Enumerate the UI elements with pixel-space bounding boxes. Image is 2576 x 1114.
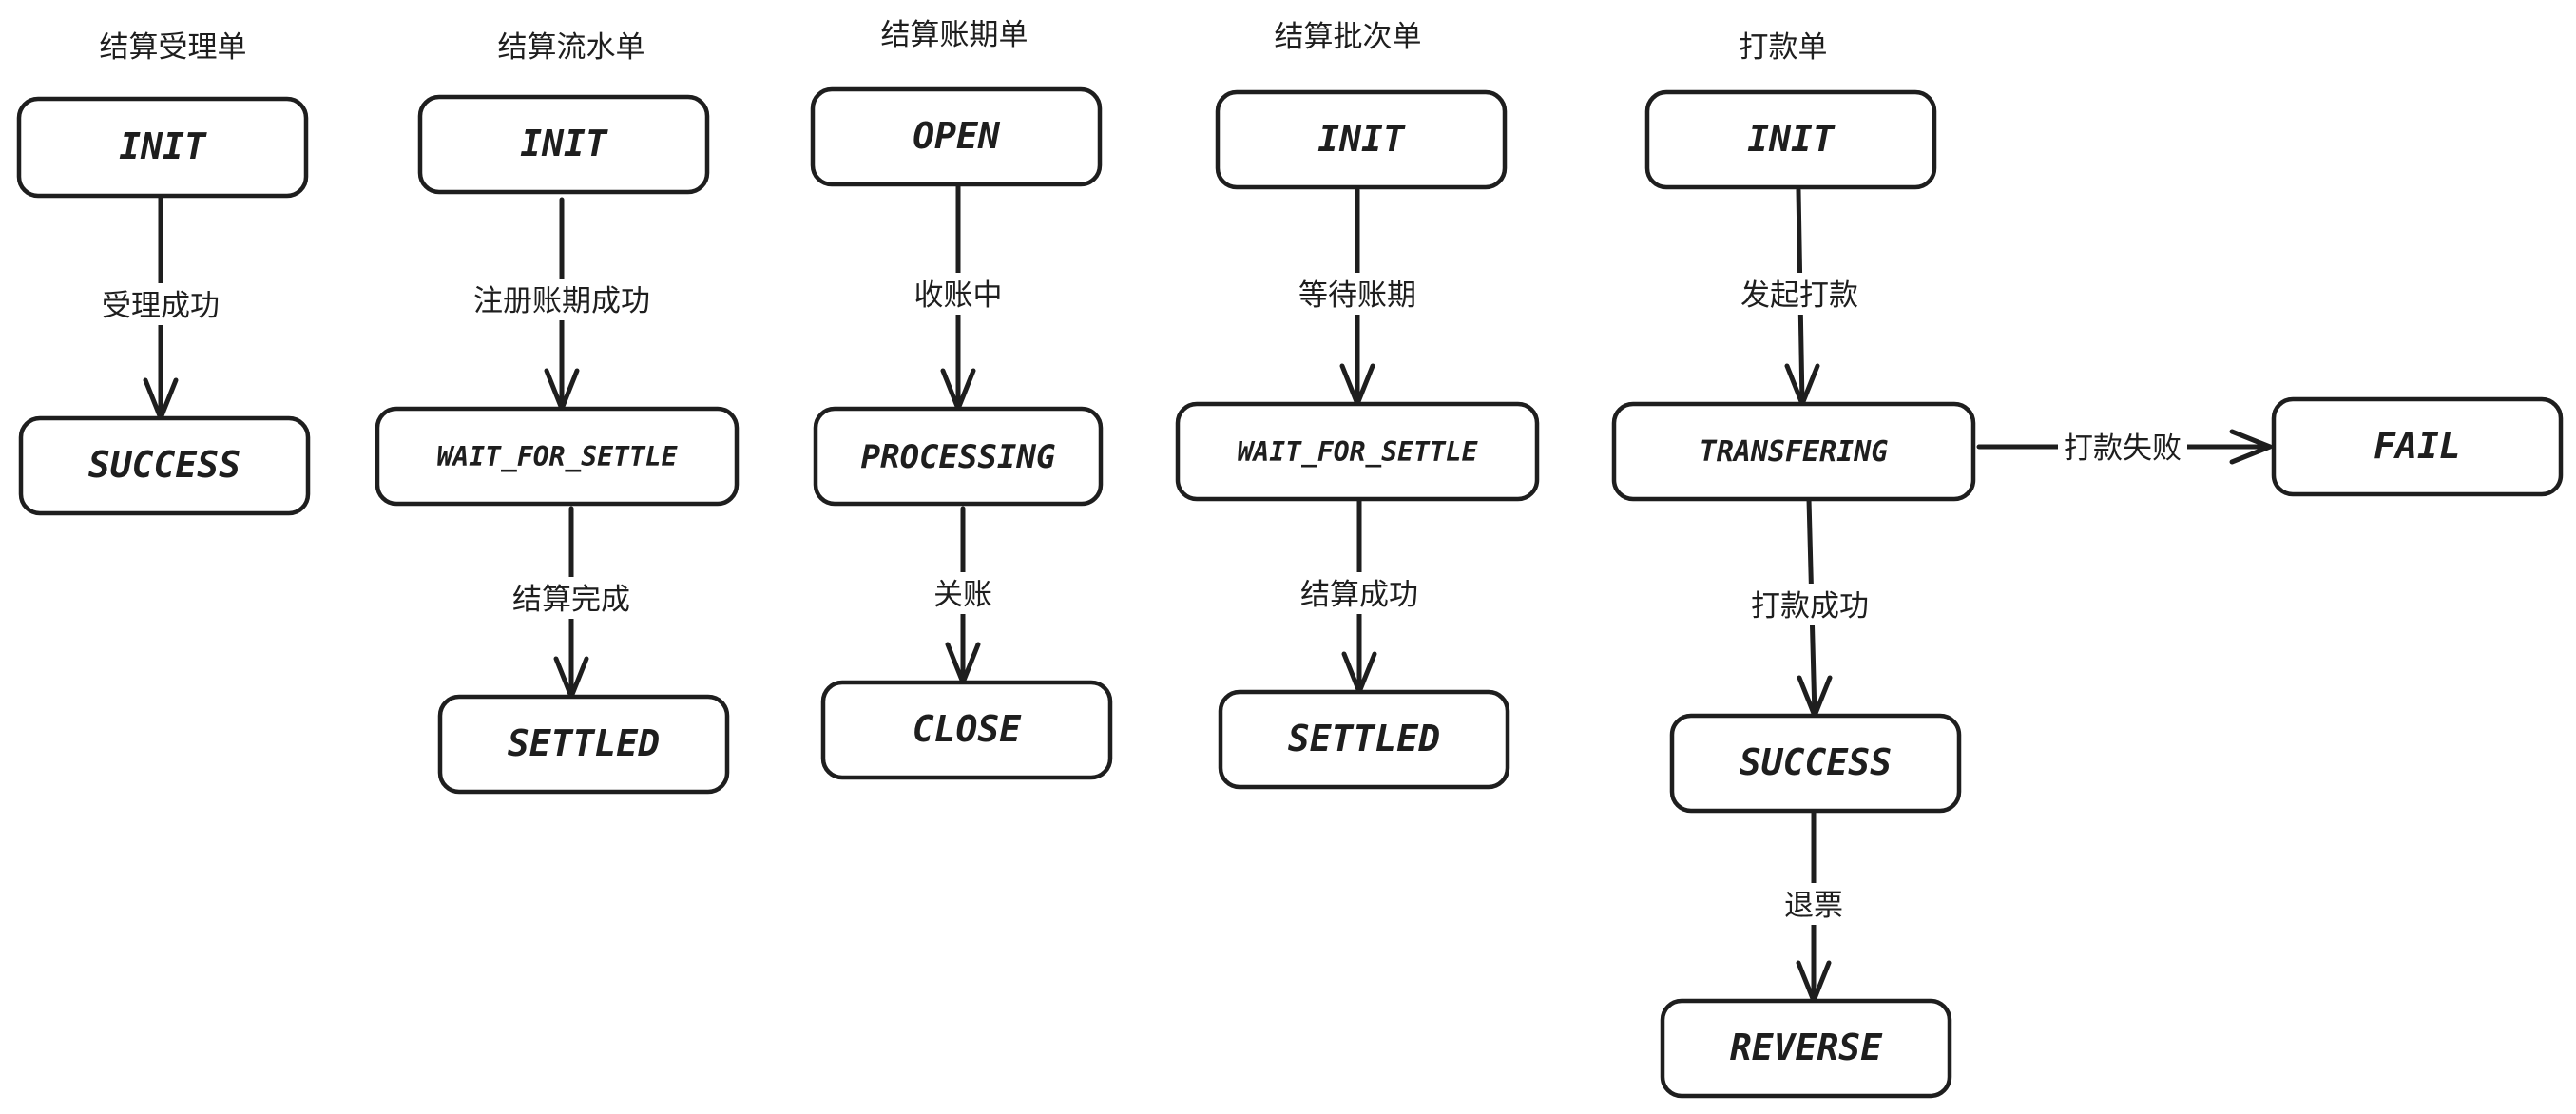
state-nodes: INIT SUCCESS INIT WAIT_FOR_SETTLE SETTLE…: [16, 86, 2564, 1099]
edge-label: 打款失败: [2064, 432, 2182, 466]
edge-label: 结算成功: [1300, 578, 1418, 612]
column-title-settlement-batch: 结算批次单: [1275, 20, 1422, 54]
state-label: WAIT_FOR_SETTLE: [1238, 436, 1479, 468]
edge-label: 结算完成: [512, 583, 630, 617]
edge-label: 注册账期成功: [473, 284, 650, 318]
edge-label: 等待账期: [1298, 278, 1416, 313]
column-title-settlement-acceptance: 结算受理单: [100, 30, 247, 65]
column-title-settlement-flow: 结算流水单: [498, 30, 645, 65]
state-label: WAIT_FOR_SETTLE: [437, 441, 679, 472]
state-label: INIT: [520, 123, 608, 164]
state-diagram: 结算受理单 结算流水单 结算账期单 结算批次单 打款单 受理成功 注册账期成功 …: [16, 18, 2564, 1099]
column-title-payment: 打款单: [1740, 30, 1828, 65]
state-label: INIT: [119, 125, 207, 167]
edge-label: 打款成功: [1751, 589, 1869, 624]
edge-label: 退票: [1784, 889, 1843, 923]
column-title-settlement-period: 结算账期单: [881, 18, 1028, 52]
edge-label: 受理成功: [102, 289, 220, 323]
edge-label: 发起打款: [1740, 278, 1858, 313]
edge-label: 关账: [933, 578, 992, 612]
state-label: FAIL: [2374, 425, 2461, 467]
state-label: SETTLED: [1288, 718, 1440, 759]
state-label: CLOSE: [913, 708, 1023, 750]
state-label: SUCCESS: [1740, 741, 1892, 783]
transition-labels: 受理成功 注册账期成功 结算完成 收账中 关账 等待账期 结算成功 发起打款 打…: [95, 273, 2187, 925]
state-label: INIT: [1317, 118, 1406, 160]
transition-edges: [143, 182, 2273, 1004]
state-label: TRANSFERING: [1700, 435, 1889, 469]
edge-label: 收账中: [914, 278, 1003, 313]
state-label: PROCESSING: [861, 438, 1056, 476]
state-label: REVERSE: [1730, 1027, 1883, 1068]
state-label: SUCCESS: [88, 444, 240, 486]
state-label: SETTLED: [508, 722, 660, 764]
state-label: OPEN: [913, 115, 1001, 157]
state-label: INIT: [1747, 118, 1836, 160]
